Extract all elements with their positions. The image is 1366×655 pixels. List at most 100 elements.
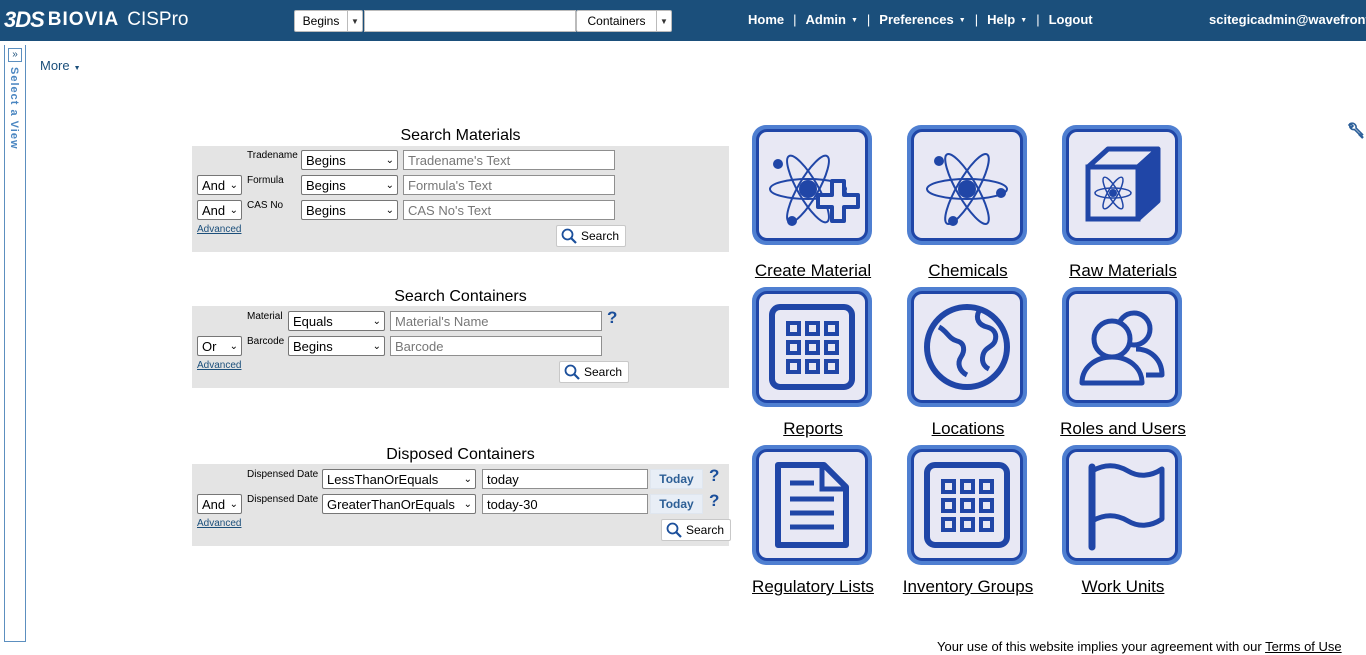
dispensed-op-value: GreaterThanOrEquals <box>327 496 455 512</box>
user-name[interactable]: scitegicadmin@wavefront <box>1209 12 1366 27</box>
tile-chemicals[interactable] <box>907 125 1027 245</box>
cas-conj-value: And <box>202 202 226 218</box>
today-button[interactable]: Today <box>650 469 703 489</box>
advanced-link[interactable]: Advanced <box>197 360 241 371</box>
app-logo[interactable]: 3DS BIOVIA CISPro <box>4 3 189 37</box>
work-units-icon <box>1088 463 1165 551</box>
search-button-label: Search <box>686 523 725 537</box>
tile-raw-materials-label[interactable]: Raw Materials <box>1058 261 1188 281</box>
nav-admin[interactable]: Admin ▼ <box>806 12 858 27</box>
tile-inventory-groups[interactable] <box>907 445 1027 565</box>
nav-admin-label: Admin <box>805 12 846 27</box>
formula-op-select[interactable]: Begins ⌄ <box>301 175 398 195</box>
barcode-conj-select[interactable]: Or ⌄ <box>197 336 242 356</box>
expand-icon[interactable]: » <box>8 48 22 62</box>
formula-conj-select[interactable]: And ⌄ <box>197 175 242 195</box>
nav-logout[interactable]: Logout <box>1049 12 1093 27</box>
tile-work-units-label[interactable]: Work Units <box>1058 577 1188 597</box>
search-mode-select[interactable]: Begins ▼ <box>294 10 363 32</box>
tile-reports-label[interactable]: Reports <box>748 419 878 439</box>
dispensed-conj-select[interactable]: And ⌄ <box>197 494 242 514</box>
tile-roles-users[interactable] <box>1062 287 1182 407</box>
dispensed-op-select[interactable]: GreaterThanOrEquals ⌄ <box>322 494 476 514</box>
chemicals-icon <box>926 153 1008 226</box>
material-label: Material <box>247 311 283 322</box>
tile-create-material-label[interactable]: Create Material <box>748 261 878 281</box>
barcode-input[interactable]: Barcode <box>390 336 602 356</box>
formula-conj-value: And <box>202 177 226 193</box>
search-materials-button[interactable]: Search <box>556 225 627 247</box>
search-icon <box>561 228 577 244</box>
tile-regulatory-lists[interactable] <box>752 445 872 565</box>
nav-help[interactable]: Help ▼ <box>987 12 1027 27</box>
advanced-link[interactable]: Advanced <box>197 224 241 235</box>
caret-down-icon: ▼ <box>958 17 966 25</box>
reports-icon <box>769 304 855 390</box>
tile-chemicals-label[interactable]: Chemicals <box>903 261 1033 281</box>
cas-conj-select[interactable]: And ⌄ <box>197 200 242 220</box>
formula-input[interactable]: Formula's Text <box>403 175 615 195</box>
tile-roles-users-label[interactable]: Roles and Users <box>1053 419 1193 439</box>
tile-reports[interactable] <box>752 287 872 407</box>
tile-work-units[interactable] <box>1062 445 1182 565</box>
formula-op-value: Begins <box>306 177 346 193</box>
material-name-input[interactable]: Material's Name <box>390 311 602 331</box>
tile-locations[interactable] <box>907 287 1027 407</box>
help-icon[interactable]: ? <box>709 491 719 511</box>
select-view-label: Select a View <box>8 67 20 150</box>
dispensed-date-input[interactable]: today-30 <box>482 494 648 514</box>
dispensed-date-input[interactable]: today <box>482 469 648 489</box>
chevron-down-icon: ⌄ <box>372 315 381 327</box>
caret-down-icon: ▼ <box>73 65 81 72</box>
dispensed-op-select[interactable]: LessThanOrEquals ⌄ <box>322 469 476 489</box>
tile-inventory-groups-label[interactable]: Inventory Groups <box>893 577 1043 597</box>
terms-of-use-link[interactable]: Terms of Use <box>1265 639 1342 654</box>
tile-create-material[interactable] <box>752 125 872 245</box>
nav-preferences-label: Preferences <box>879 12 954 27</box>
chevron-down-icon: ▼ <box>347 11 362 31</box>
help-icon[interactable]: ? <box>607 308 617 328</box>
caret-down-icon: ▼ <box>850 17 858 25</box>
search-scope-select[interactable]: Containers ▼ <box>576 10 672 32</box>
search-containers-button[interactable]: Search <box>559 361 630 383</box>
global-search-input[interactable] <box>364 10 576 32</box>
cas-op-select[interactable]: Begins ⌄ <box>301 200 398 220</box>
help-icon[interactable]: ? <box>709 466 719 486</box>
disposed-containers-panel: Dispensed Date LessThanOrEquals ⌄ today T… <box>192 464 732 546</box>
more-menu[interactable]: More ▼ <box>40 58 81 73</box>
chevron-down-icon: ⌄ <box>229 340 238 352</box>
search-containers-panel: Material Equals ⌄ Material's Name ? Or ⌄ B… <box>192 306 729 388</box>
today-button[interactable]: Today <box>650 494 703 514</box>
tile-raw-materials[interactable] <box>1062 125 1182 245</box>
cas-input[interactable]: CAS No's Text <box>403 200 615 220</box>
select-view-panel[interactable]: » Select a View <box>4 45 26 642</box>
material-op-select[interactable]: Equals ⌄ <box>288 311 385 331</box>
advanced-link[interactable]: Advanced <box>197 518 241 529</box>
locations-icon <box>924 304 1010 390</box>
search-disposed-button[interactable]: Search <box>661 519 732 541</box>
search-button-label: Search <box>581 229 620 243</box>
logo-mark: 3DS <box>4 7 45 32</box>
tradename-op-value: Begins <box>306 152 346 168</box>
tile-regulatory-lists-label[interactable]: Regulatory Lists <box>743 577 883 597</box>
nav-preferences[interactable]: Preferences ▼ <box>879 12 965 27</box>
footer-text: Your use of this website implies your ag… <box>937 639 1266 654</box>
nav-home[interactable]: Home <box>748 12 784 27</box>
top-nav: Home | Admin ▼ | Preferences ▼ | Help ▼ | L… <box>748 12 1093 27</box>
tradename-op-select[interactable]: Begins ⌄ <box>301 150 398 170</box>
regulatory-lists-icon <box>775 462 849 548</box>
create-material-icon <box>769 154 860 226</box>
chevron-down-icon: ⌄ <box>229 179 238 191</box>
chevron-down-icon: ⌄ <box>229 204 238 216</box>
barcode-op-select[interactable]: Begins ⌄ <box>288 336 385 356</box>
barcode-conj-value: Or <box>202 338 217 354</box>
cas-label: CAS No <box>247 200 284 211</box>
tradename-input[interactable]: Tradename's Text <box>403 150 615 170</box>
wrench-icon[interactable] <box>1346 122 1366 147</box>
nav-help-label: Help <box>987 12 1016 27</box>
tile-locations-label[interactable]: Locations <box>903 419 1033 439</box>
top-bar: 3DS BIOVIA CISPro Begins ▼ Containers ▼ … <box>0 0 1366 41</box>
caret-down-icon: ▼ <box>1020 17 1028 25</box>
dispensed-date-label: Dispensed Date <box>247 469 319 480</box>
formula-label: Formula <box>247 175 284 186</box>
